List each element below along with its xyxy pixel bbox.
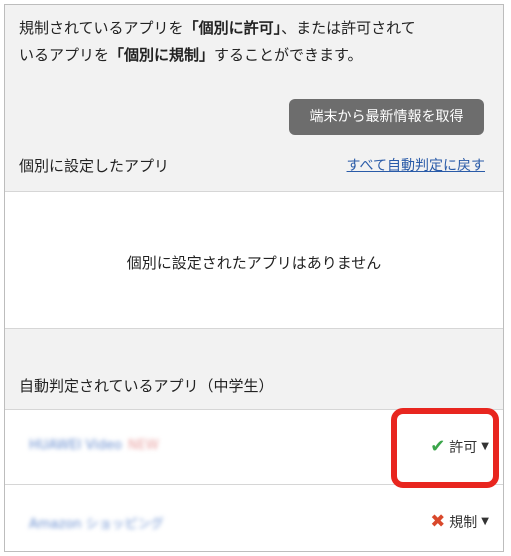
app-settings-panel: 規制されているアプリを「個別に許可」、または許可されて いるアプリを「個別に規制… xyxy=(4,4,504,552)
status-label: 規制 xyxy=(449,514,478,531)
app-name-text: Amazon ショッピング xyxy=(29,517,164,532)
intro-line2-pre: いるアプリを xyxy=(19,46,110,64)
intro-emphasis-restrict: 「個別に規制」 xyxy=(109,46,215,64)
highlight-annotation-box xyxy=(391,408,499,488)
app-name: HUAWEI Video NEW xyxy=(29,438,159,453)
auto-apps-heading: 自動判定されているアプリ（中学生） xyxy=(19,377,274,395)
list-item[interactable]: Amazon ショッピング ✖ 規制 ▼ xyxy=(5,485,503,551)
intro-line2-post: することができます。 xyxy=(214,46,363,64)
individual-apps-heading: 個別に設定したアプリ xyxy=(19,157,170,175)
empty-state-text: 個別に設定されたアプリはありません xyxy=(126,254,382,272)
intro-emphasis-allow: 「個別に許可」 xyxy=(183,19,282,37)
status-dropdown[interactable]: ✖ 規制 ▼ xyxy=(430,511,489,532)
new-badge: NEW xyxy=(127,438,159,453)
x-icon: ✖ xyxy=(430,511,446,532)
intro-text: 規制されているアプリを「個別に許可」、または許可されて いるアプリを「個別に規制… xyxy=(19,15,489,69)
intro-line1-post: 、または許可されて xyxy=(281,19,416,37)
reset-all-auto-link[interactable]: すべて自動判定に戻す xyxy=(347,155,485,175)
caret-down-icon: ▼ xyxy=(481,516,489,527)
app-name-text: HUAWEI Video xyxy=(29,438,122,453)
individual-apps-panel: 個別に設定されたアプリはありません xyxy=(5,191,503,329)
app-name: Amazon ショッピング xyxy=(29,513,164,532)
intro-line1-pre: 規制されているアプリを xyxy=(19,19,184,37)
fetch-latest-button[interactable]: 端末から最新情報を取得 xyxy=(289,99,484,135)
